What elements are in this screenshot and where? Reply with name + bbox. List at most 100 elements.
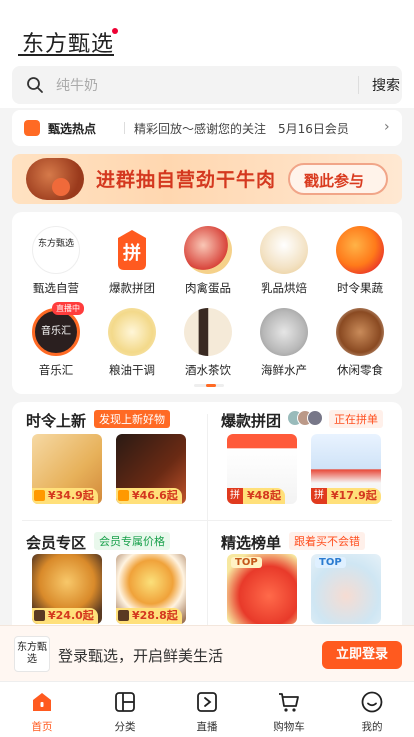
banner-cta-button[interactable]: 戳此参与 xyxy=(288,163,388,195)
group-buy-mini-icon: 拼 xyxy=(311,488,327,504)
milk-icon xyxy=(260,226,308,274)
fruit-icon xyxy=(336,226,384,274)
category-label: 甄选自营 xyxy=(33,281,79,295)
category-label: 酒水茶饮 xyxy=(185,363,231,377)
cart-icon xyxy=(279,693,299,712)
product-card[interactable]: ¥34.9起 xyxy=(32,434,102,504)
price-text: ¥17.9起 xyxy=(327,488,381,504)
brand-logo[interactable]: 东方甄选 xyxy=(18,20,118,60)
notice-bar[interactable]: 甄选热点 精彩回放～感谢您的关注 5月16日会员 › xyxy=(12,110,402,146)
price-text: ¥48起 xyxy=(243,488,285,504)
speaker-icon xyxy=(24,120,40,136)
top-badge: TOP xyxy=(315,557,346,568)
price-text: ¥34.9起 xyxy=(48,489,94,502)
tab-label: 直播 xyxy=(196,721,218,733)
product-card[interactable]: TOP xyxy=(227,554,297,624)
login-logo: 东方甄选 xyxy=(14,636,50,672)
search-icon xyxy=(27,77,43,93)
category-icon xyxy=(115,692,135,712)
product-card[interactable]: ¥28.8起 xyxy=(116,554,186,624)
category-item[interactable]: 粮油干调 xyxy=(94,300,166,384)
meat-icon xyxy=(184,226,232,274)
search-input[interactable]: 纯牛奶 xyxy=(56,75,98,95)
category-item[interactable]: 拼 爆款拼团 xyxy=(94,218,166,302)
notice-text: 精彩回放～感谢您的关注 5月16日会员 xyxy=(134,122,349,136)
category-label: 乳品烘焙 xyxy=(261,281,307,295)
price-tag: ¥24.0起 xyxy=(32,608,98,624)
price-text: ¥28.8起 xyxy=(132,609,178,622)
category-item[interactable]: 乳品烘焙 xyxy=(246,218,318,302)
category-label: 爆款拼团 xyxy=(109,281,155,295)
login-logo-text: 东方甄选 xyxy=(17,642,47,665)
search-bar[interactable]: 纯牛奶 搜索 xyxy=(12,66,402,104)
seafood-icon xyxy=(260,308,308,356)
section-title: 时令上新 xyxy=(26,412,87,430)
search-button[interactable]: 搜索 xyxy=(372,75,400,95)
category-item[interactable]: 音乐汇 直播中 音乐汇 xyxy=(18,300,90,384)
tab-home[interactable]: 首页 xyxy=(12,688,72,734)
participant-avatars xyxy=(287,410,333,428)
category-grid: 东方甄选 甄选自营 拼 爆款拼团 肉禽蛋品 乳品烘焙 时令果蔬 音乐汇 直播中 … xyxy=(12,212,402,394)
section-groupbuy[interactable]: 爆款拼团 正在拼单 拼 ¥48起 拼 ¥17.9起 xyxy=(207,402,402,520)
chevron-right-icon[interactable]: › xyxy=(384,119,390,135)
category-item[interactable]: 休闲零食 xyxy=(322,300,394,384)
tomato-image xyxy=(52,178,70,196)
product-card[interactable]: TOP xyxy=(311,554,381,624)
category-item[interactable]: 海鲜水产 xyxy=(246,300,318,384)
live-badge: 直播中 xyxy=(52,302,84,315)
logo-dot xyxy=(112,28,118,34)
cart-mini-icon xyxy=(34,490,45,501)
tab-live[interactable]: 直播 xyxy=(177,688,237,734)
music-glyph: 音乐汇 xyxy=(41,326,71,337)
promo-banner[interactable]: 进群抽自营劲干牛肉 戳此参与 xyxy=(12,154,402,204)
music-icon: 音乐汇 xyxy=(32,308,80,356)
category-logo-text: 东方甄选 xyxy=(37,239,74,249)
category-item[interactable]: 酒水茶饮 xyxy=(170,300,242,384)
header: 东方甄选 纯牛奶 搜索 xyxy=(0,0,414,108)
login-text: 登录甄选，开启鲜美生活 xyxy=(58,647,224,665)
section-title: 爆款拼团 xyxy=(221,412,282,430)
price-tag: ¥46.6起 xyxy=(116,488,182,504)
live-icon xyxy=(197,692,217,712)
cart-mini-icon xyxy=(118,490,129,501)
tab-label: 首页 xyxy=(31,721,53,733)
brand-logo-icon: 东方甄选 xyxy=(32,226,80,274)
member-mini-icon xyxy=(118,610,129,621)
product-card[interactable]: 拼 ¥17.9起 xyxy=(311,434,381,504)
banner-cta-label: 戳此参与 xyxy=(304,172,365,190)
member-mini-icon xyxy=(34,610,45,621)
category-label: 肉禽蛋品 xyxy=(185,281,231,295)
section-tag: 发现上新好物 xyxy=(94,410,170,428)
tab-profile[interactable]: 我的 xyxy=(342,688,402,734)
section-tag: 正在拼单 xyxy=(329,410,383,428)
notice-title: 甄选热点 xyxy=(48,122,97,136)
wine-icon xyxy=(184,308,232,356)
feature-sections: 时令上新 发现上新好物 ¥34.9起 ¥46.6起 爆款拼团 正在拼单 拼 ¥4… xyxy=(12,402,402,642)
section-title: 会员专区 xyxy=(26,534,87,552)
category-item[interactable]: 时令果蔬 xyxy=(322,218,394,302)
login-prompt: 东方甄选 登录甄选，开启鲜美生活 立即登录 xyxy=(0,625,414,681)
product-card[interactable]: 拼 ¥48起 xyxy=(227,434,297,504)
section-title: 精选榜单 xyxy=(221,534,282,552)
price-text: ¥46.6起 xyxy=(132,489,178,502)
notice-divider xyxy=(124,122,125,134)
price-text: ¥24.0起 xyxy=(48,609,94,622)
category-item[interactable]: 东方甄选 甄选自营 xyxy=(18,218,90,302)
tab-category[interactable]: 分类 xyxy=(95,688,155,734)
section-seasonal[interactable]: 时令上新 发现上新好物 ¥34.9起 ¥46.6起 xyxy=(12,402,207,520)
price-tag: ¥28.8起 xyxy=(116,608,182,624)
page-indicator-active xyxy=(206,384,216,387)
product-card[interactable]: ¥24.0起 xyxy=(32,554,102,624)
category-item[interactable]: 肉禽蛋品 xyxy=(170,218,242,302)
product-card[interactable]: ¥46.6起 xyxy=(116,434,186,504)
home-page: 东方甄选 纯牛奶 搜索 甄选热点 精彩回放～感谢您的关注 5月16日会员 › 进… xyxy=(0,0,414,737)
oil-icon xyxy=(108,308,156,356)
section-tag: 会员专属价格 xyxy=(94,532,170,550)
tab-cart[interactable]: 购物车 xyxy=(259,688,319,734)
category-label: 音乐汇 xyxy=(38,363,74,377)
profile-icon xyxy=(361,691,383,713)
tab-label: 购物车 xyxy=(273,721,305,733)
login-button[interactable]: 立即登录 xyxy=(322,641,402,669)
group-buy-mini-icon: 拼 xyxy=(227,488,243,504)
category-label: 时令果蔬 xyxy=(337,281,383,295)
